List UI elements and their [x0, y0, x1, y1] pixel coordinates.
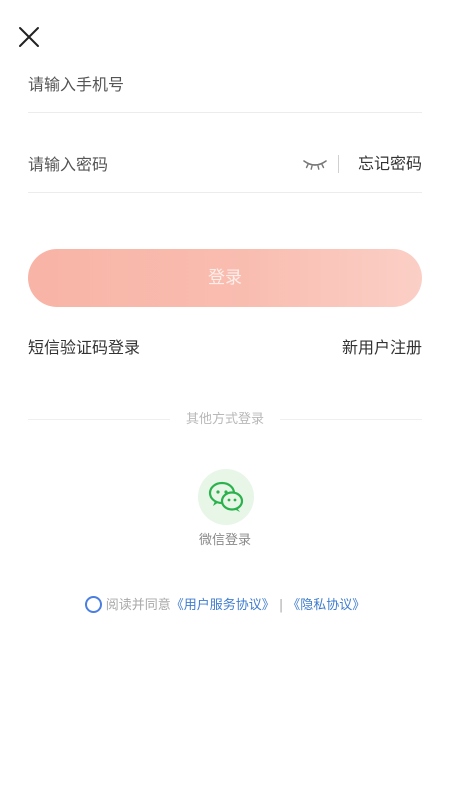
agreement-prefix: 阅读并同意	[105, 598, 171, 613]
user-agreement-link[interactable]: 《用户服务协议》	[171, 598, 275, 613]
register-link[interactable]: 新用户注册	[342, 334, 422, 358]
close-button[interactable]	[14, 22, 44, 52]
eye-closed-icon	[303, 160, 327, 170]
forgot-password-link[interactable]: 忘记密码	[358, 136, 422, 192]
divider-line-right	[280, 419, 422, 420]
password-visibility-toggle[interactable]	[302, 156, 328, 172]
password-input[interactable]	[28, 136, 288, 192]
close-icon	[19, 27, 39, 47]
wechat-icon	[208, 481, 244, 512]
field-divider	[338, 155, 339, 173]
agreement-checkbox[interactable]	[84, 596, 102, 613]
agreement-separator: |	[278, 598, 284, 613]
password-field-row: 忘记密码	[28, 136, 422, 193]
phone-field-row	[28, 56, 422, 113]
login-button-label: 登录	[208, 268, 242, 288]
agreement-row: 阅读并同意《用户服务协议》 | 《隐私协议》	[0, 596, 450, 616]
login-button[interactable]: 登录	[28, 249, 422, 307]
phone-input[interactable]	[28, 56, 422, 112]
other-login-title: 其他方式登录	[185, 412, 264, 427]
other-login-divider: 其他方式登录	[28, 409, 422, 431]
privacy-policy-link[interactable]: 《隐私协议》	[287, 598, 365, 613]
sms-login-link[interactable]: 短信验证码登录	[28, 334, 140, 358]
wechat-login-label: 微信登录	[198, 533, 251, 548]
wechat-login-button[interactable]	[198, 469, 254, 525]
